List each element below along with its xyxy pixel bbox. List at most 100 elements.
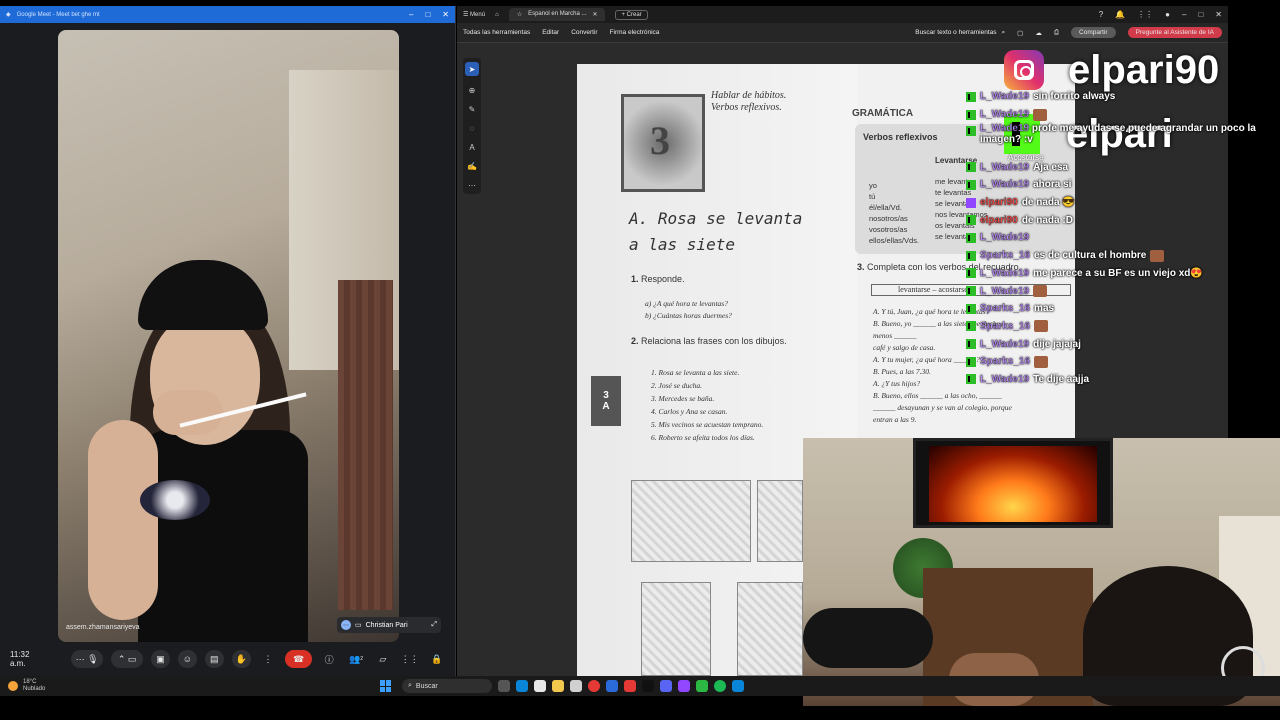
host-controls-icon[interactable]: 🔒: [427, 650, 446, 668]
minimize-icon[interactable]: –: [409, 10, 413, 19]
chat-message: Sparks_16: [966, 318, 1280, 336]
taskbar-search[interactable]: ⌕ Buscar: [402, 679, 492, 693]
maximize-icon[interactable]: □: [1198, 10, 1203, 19]
edit-button[interactable]: Editar: [542, 29, 559, 36]
esign-button[interactable]: Firma electrónica: [610, 29, 660, 36]
close-icon[interactable]: ✕: [442, 10, 449, 19]
kick-badge-icon: [966, 339, 976, 350]
notifications-icon[interactable]: 🔔: [1115, 10, 1125, 19]
convert-button[interactable]: Convertir: [571, 29, 597, 36]
self-view-pip[interactable]: ⋯ ▭ Christian Pari ⤢: [337, 617, 441, 633]
document-tab[interactable]: ☆ Espanol en Marcha ... ✕: [508, 8, 606, 21]
participant-name: assem.zhamansariyeva: [66, 624, 140, 631]
app-icon[interactable]: [732, 680, 744, 692]
kick-badge-icon: [966, 374, 976, 385]
home-icon[interactable]: ⌂: [495, 12, 499, 18]
print-icon[interactable]: ⎙: [1054, 29, 1059, 37]
desktop: { "meet": { "window_title": "Google Meet…: [0, 0, 1280, 720]
save-icon[interactable]: ▢: [1017, 29, 1023, 37]
people-icon[interactable]: 👥 2: [347, 650, 366, 668]
lasso-icon[interactable]: ◌: [470, 124, 475, 133]
upload-icon[interactable]: ☁: [1035, 29, 1042, 37]
stamp-icon[interactable]: ✍: [467, 162, 477, 171]
close-icon[interactable]: ✕: [1215, 10, 1222, 19]
all-tools-button[interactable]: Todas las herramientas: [463, 29, 530, 36]
search-icon: ⌕: [408, 682, 412, 689]
chat-message: L_Wade19: [966, 229, 1280, 247]
taskbar-apps: [498, 680, 744, 692]
exercise-1: 1. Responde.: [631, 274, 685, 284]
help-icon[interactable]: ?: [1099, 10, 1103, 19]
search-icon: ⌕: [1001, 28, 1006, 36]
store-icon[interactable]: [534, 680, 546, 692]
apps-icon[interactable]: ⋮⋮: [1137, 10, 1153, 19]
weather-widget[interactable]: 18°C Nublado: [0, 679, 380, 693]
menu-button[interactable]: ☰ Menú: [463, 11, 485, 18]
taskbar: 18°C Nublado ⌕ Buscar: [0, 676, 1280, 696]
chat-message: L_Wade19 Aja esa: [966, 158, 1280, 176]
more-options-button[interactable]: ⋮: [259, 650, 278, 668]
more-icon[interactable]: ⋯: [341, 620, 351, 630]
present-button[interactable]: ▣: [151, 650, 170, 668]
streamer-webcam: [803, 438, 1280, 706]
start-icon[interactable]: [380, 680, 392, 692]
star-icon[interactable]: ☆: [517, 11, 522, 18]
whatsapp-icon[interactable]: [696, 680, 708, 692]
activities-icon[interactable]: ⋮⋮: [400, 650, 419, 668]
more-tools-icon[interactable]: ⋯: [468, 181, 476, 190]
twitch-icon[interactable]: [678, 680, 690, 692]
kick-badge-icon: [966, 126, 976, 137]
search-tools[interactable]: Buscar texto o herramientas ⌕: [915, 29, 1005, 37]
chat-message: Sparks_16: [966, 353, 1280, 371]
weather-icon: [8, 681, 18, 691]
ai-assistant-button[interactable]: Pregunte al Asistente de IA: [1127, 27, 1222, 38]
twitch-badge-icon: [966, 197, 976, 208]
chat-message: L_Wade19 me parece a su BF es un viejo xd…: [966, 265, 1280, 283]
kick-badge-icon: [966, 286, 976, 297]
leave-call-button[interactable]: ☎: [285, 650, 312, 668]
tab-close-icon[interactable]: ✕: [592, 11, 597, 18]
chrome-icon[interactable]: [588, 680, 600, 692]
emoji-button[interactable]: ☺: [177, 650, 197, 668]
maximize-icon[interactable]: □: [425, 10, 430, 19]
share-button[interactable]: Compartir: [1071, 27, 1116, 38]
chat-message: Sparks_16 mas: [966, 300, 1280, 318]
discord-icon[interactable]: [660, 680, 672, 692]
pen-icon[interactable]: ✎: [469, 105, 476, 114]
emote-icon: [1150, 249, 1165, 262]
chat-message: Sparks_16 es de cultura el hombre: [966, 247, 1280, 265]
raise-hand-button[interactable]: ✋: [231, 650, 251, 668]
captions-button[interactable]: ▤: [204, 650, 224, 668]
meet-window-title: Google Meet - Meet bet ghe mt: [16, 11, 100, 18]
tiktok-icon[interactable]: [642, 680, 654, 692]
new-tab-button[interactable]: + Crear: [615, 9, 648, 20]
acrobat-icon[interactable]: [624, 680, 636, 692]
exercise-1-questions: a) ¿A qué hora te levantas? b) ¿Cuántas …: [645, 299, 732, 320]
kick-badge-icon: [966, 321, 976, 332]
stream-chat: L_Wade19 sin forrito always L_Wade19 L_Wa…: [966, 88, 1280, 388]
task-view-icon[interactable]: [498, 680, 510, 692]
chat-icon[interactable]: ▱: [373, 650, 392, 668]
explorer-icon[interactable]: [552, 680, 564, 692]
reader-toolbar: Todas las herramientas Editar Convertir …: [457, 23, 1228, 43]
meet-controls: 11:32 a.m. ⋯ 🎙 ⌃ ▭ ▣ ☺ ▤ ✋ ⋮ ☎ ⓘ 👥 2 ▱ ⋮⋮…: [0, 644, 456, 674]
mic-button[interactable]: ⋯ 🎙: [71, 650, 104, 668]
app-l-icon[interactable]: [606, 680, 618, 692]
emote-icon: [1033, 108, 1048, 121]
kick-badge-icon: [966, 250, 976, 261]
info-icon[interactable]: ⓘ: [320, 650, 339, 668]
pip-name: Christian Pari: [365, 621, 408, 629]
spotify-icon[interactable]: [714, 680, 726, 692]
edge-icon[interactable]: [516, 680, 528, 692]
expand-icon[interactable]: ⤢: [431, 621, 437, 629]
text-icon[interactable]: A: [469, 143, 474, 152]
minimize-icon[interactable]: –: [1182, 10, 1186, 19]
account-icon[interactable]: ●: [1165, 10, 1170, 19]
notepad-icon[interactable]: [570, 680, 582, 692]
zoom-icon[interactable]: ⊕: [469, 86, 476, 95]
camera-button[interactable]: ⌃ ▭: [111, 650, 144, 668]
kick-badge-icon: [966, 232, 976, 243]
illustration-b: [757, 480, 803, 562]
kick-badge-icon: [966, 268, 976, 279]
cursor-icon[interactable]: ➤: [465, 62, 479, 76]
